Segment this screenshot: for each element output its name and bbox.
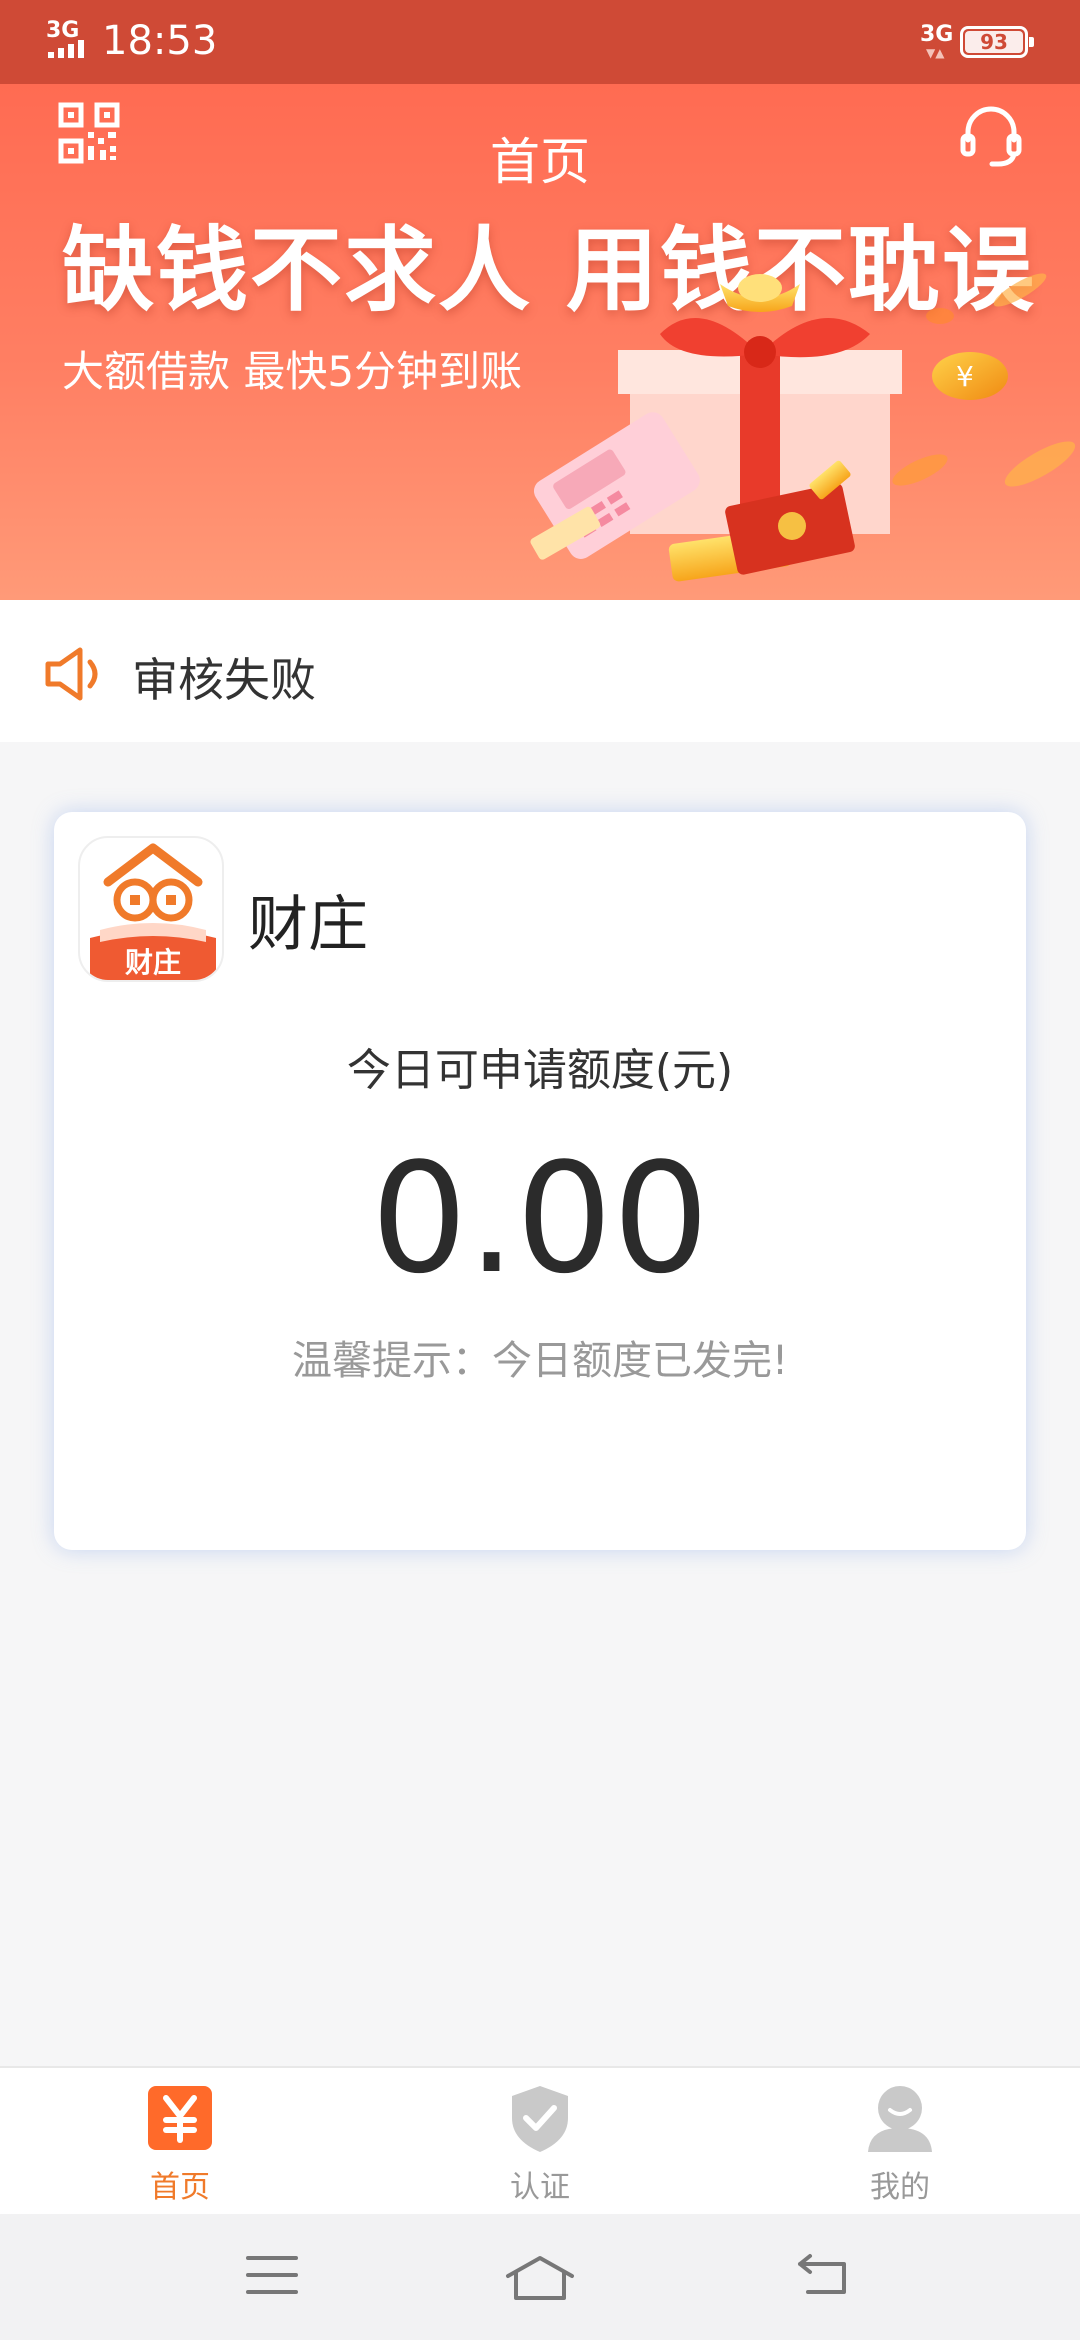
battery-level: 93 [980, 30, 1008, 54]
quota-label: 今日可申请额度(元) [346, 1045, 734, 1096]
promo-banner[interactable]: 首页 缺钱不求人 用钱不耽误 大额借款 最快5分钟到账 ¥ [0, 84, 1080, 600]
gift-box-illustration: ¥ [530, 273, 1076, 582]
quota-tip: 温馨提示：今日额度已发完! [291, 1338, 789, 1384]
svg-text:¥: ¥ [956, 360, 974, 393]
yen-icon [148, 2086, 212, 2150]
quota-amount: 0.00 [370, 1130, 710, 1307]
svg-text:财庄: 财庄 [125, 946, 181, 979]
notice-bar: 审核失败 [0, 600, 1080, 742]
shield-check-icon [512, 2086, 568, 2152]
notice-text: 审核失败 [132, 653, 316, 707]
tab-verify[interactable]: 认证 [360, 2068, 720, 2216]
tab-home-label: 首页 [150, 2170, 210, 2205]
credit-card-panel: 财庄 财庄 今日可申请额度(元) 0.00 温馨提示：今日额度已发完! [54, 812, 1026, 1550]
speaker-icon [45, 647, 98, 701]
menu-icon[interactable] [244, 2252, 300, 2298]
customer-service-icon[interactable] [958, 102, 1024, 168]
bottom-tab-bar: 首页 认证 我的 [0, 2066, 1080, 2214]
signal-strength-icon [48, 40, 92, 58]
app-name: 财庄 [248, 890, 368, 960]
network-type-label: 3G [920, 22, 954, 47]
banner-subslogan: 大额借款 最快5分钟到账 [62, 347, 523, 396]
tab-profile[interactable]: 我的 [720, 2068, 1080, 2216]
clock: 18:53 [102, 18, 218, 64]
data-activity-icon: ▼▲ [926, 46, 945, 60]
system-navigation-bar [0, 2214, 1080, 2340]
back-icon[interactable] [796, 2252, 850, 2298]
home-icon[interactable] [504, 2252, 576, 2302]
app-logo: 财庄 [78, 836, 224, 982]
battery-icon: 93 [960, 26, 1034, 58]
tab-home[interactable]: 首页 [0, 2068, 360, 2216]
status-bar: 3G 18:53 3G ▼▲ 93 [0, 0, 1080, 84]
tab-profile-label: 我的 [870, 2170, 930, 2205]
page-title: 首页 [490, 133, 590, 191]
profile-icon [868, 2086, 932, 2152]
tab-verify-label: 认证 [510, 2170, 570, 2205]
